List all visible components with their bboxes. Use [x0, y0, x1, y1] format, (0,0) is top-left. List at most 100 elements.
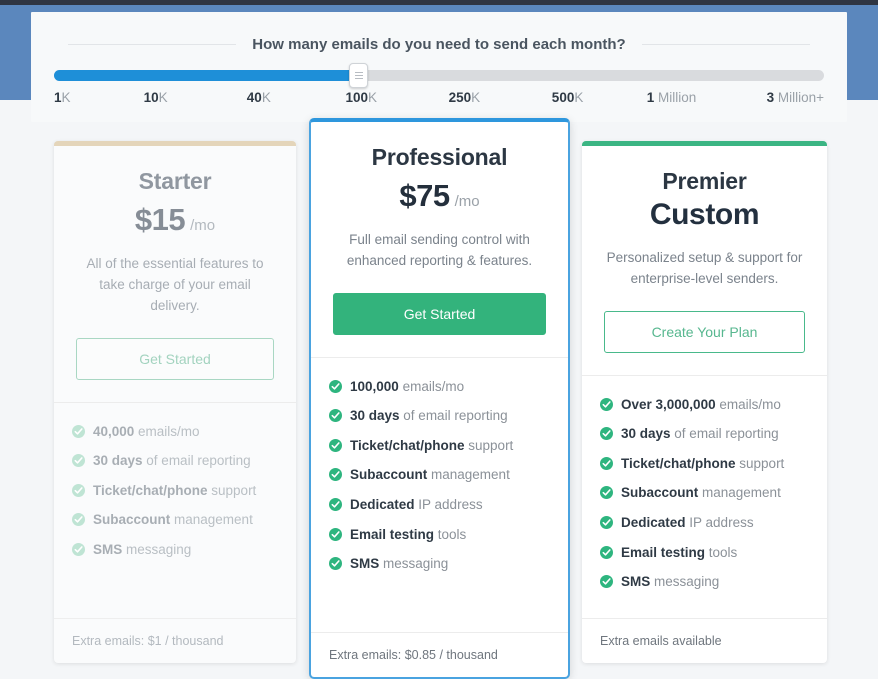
feature-item: 30 days of email reporting: [329, 407, 550, 425]
feature-item: Subaccount management: [600, 484, 809, 502]
feature-label: Over 3,000,000 emails/mo: [621, 396, 781, 412]
check-circle-icon: [72, 483, 85, 497]
feature-item: Email testing tools: [329, 526, 550, 544]
check-circle-icon: [329, 527, 342, 541]
get-started-button-starter[interactable]: Get Started: [76, 337, 274, 380]
feature-list-starter: 40,000 emails/mo 30 days of email reporti…: [54, 403, 296, 618]
slider-handle-grip-icon: [354, 78, 363, 79]
check-circle-icon: [72, 454, 85, 468]
slider-tick-suffix: K: [574, 90, 584, 105]
volume-slider[interactable]: [54, 63, 824, 88]
check-circle-icon: [329, 379, 342, 393]
slider-tick-suffix: K: [367, 90, 377, 105]
check-circle-icon: [329, 468, 342, 482]
slider-tick-suffix: K: [61, 90, 71, 105]
card-header-professional: Professional $75 /mo Full email sending …: [311, 122, 568, 272]
pricing-card-professional[interactable]: Professional $75 /mo Full email sending …: [309, 118, 570, 679]
cta-wrap-starter: Get Started: [54, 337, 296, 380]
check-circle-icon: [600, 545, 613, 559]
plan-period-starter: /mo: [190, 217, 216, 234]
feature-label: Dedicated IP address: [350, 497, 483, 513]
check-circle-icon: [72, 513, 85, 527]
slider-handle[interactable]: [349, 63, 369, 88]
card-header-starter: Starter $15 /mo All of the essential fea…: [54, 146, 296, 317]
slider-tick-7[interactable]: 3 Million+: [767, 90, 824, 105]
check-circle-icon: [329, 557, 342, 571]
create-your-plan-button[interactable]: Create Your Plan: [604, 310, 805, 353]
slider-tick-value: 1: [646, 90, 655, 105]
cta-wrap-professional: Get Started: [311, 292, 568, 335]
pricing-cards: Starter $15 /mo All of the essential fea…: [0, 118, 878, 679]
feature-item: Over 3,000,000 emails/mo: [600, 396, 809, 414]
feature-label: SMS messaging: [621, 574, 720, 590]
feature-label-strong: 40,000: [93, 423, 135, 439]
feature-list-professional: 100,000 emails/mo 30 days of email report…: [311, 358, 568, 632]
check-circle-icon: [600, 456, 613, 470]
feature-label-strong: SMS: [350, 556, 380, 572]
slider-tick-value: 250: [448, 90, 472, 105]
feature-label: Subaccount management: [93, 512, 253, 528]
feature-item: 40,000 emails/mo: [72, 423, 278, 441]
plan-period-professional: /mo: [454, 193, 480, 210]
email-volume-selector-panel: How many emails do you need to send each…: [31, 12, 847, 122]
slider-handle-grip-icon: [354, 75, 363, 76]
slider-tick-0[interactable]: 1K: [54, 90, 71, 105]
check-circle-icon: [329, 438, 342, 452]
feature-label-strong: Over 3,000,000: [621, 396, 716, 412]
slider-tick-3[interactable]: 100K: [345, 90, 377, 105]
feature-item: Dedicated IP address: [600, 514, 809, 532]
feature-label-strong: 100,000: [350, 378, 399, 394]
slider-tick-value: 100: [345, 90, 368, 105]
feature-label: Email testing tools: [621, 544, 738, 560]
plan-price-professional: $75: [399, 178, 450, 213]
top-chrome-strip: [0, 0, 878, 5]
plan-price-starter: $15: [134, 202, 186, 237]
check-circle-icon: [72, 424, 85, 438]
plan-tagline-premier: Personalized setup & support for enterpr…: [606, 250, 803, 286]
feature-item: Subaccount management: [72, 511, 278, 529]
page-title: How many emails do you need to send each…: [252, 36, 626, 53]
feature-item: Dedicated IP address: [329, 496, 550, 514]
feature-item: 100,000 emails/mo: [329, 378, 550, 396]
feature-item: SMS messaging: [600, 573, 809, 591]
slider-tick-4[interactable]: 250K: [449, 90, 481, 105]
plan-name-professional: Professional: [371, 144, 508, 170]
slider-tick-value: 500: [551, 90, 575, 105]
feature-label: 100,000 emails/mo: [350, 378, 465, 394]
card-footer-premier: Extra emails available: [582, 618, 827, 663]
slider-tick-2[interactable]: 40K: [247, 90, 271, 105]
feature-item: Ticket/chat/phone support: [600, 455, 809, 473]
feature-label-strong: 30 days: [621, 426, 671, 442]
feature-label: 40,000 emails/mo: [93, 423, 200, 439]
slider-tick-suffix: K: [471, 90, 481, 105]
feature-label-strong: 30 days: [93, 453, 143, 469]
get-started-button-professional[interactable]: Get Started: [333, 292, 546, 335]
feature-label: 30 days of email reporting: [621, 426, 779, 442]
slider-tick-5[interactable]: 500K: [552, 90, 584, 105]
feature-label-strong: Ticket/chat/phone: [621, 455, 736, 471]
feature-label-strong: Ticket/chat/phone: [350, 437, 465, 453]
slider-tick-6[interactable]: 1 Million: [647, 90, 697, 105]
check-circle-icon: [600, 486, 613, 500]
slider-tick-suffix: K: [158, 90, 168, 105]
feature-label-strong: SMS: [93, 541, 123, 557]
slider-tick-1[interactable]: 10K: [144, 90, 168, 105]
slider-tick-suffix: K: [261, 90, 271, 105]
plan-name-starter: Starter: [138, 168, 212, 194]
pricing-card-starter[interactable]: Starter $15 /mo All of the essential fea…: [54, 141, 296, 663]
feature-label-strong: Subaccount: [350, 467, 428, 483]
check-circle-icon: [600, 516, 613, 530]
feature-label: Email testing tools: [350, 526, 467, 542]
slider-tick-value: 3: [766, 90, 775, 105]
card-footer-professional: Extra emails: $0.85 / thousand: [311, 632, 568, 677]
plan-tagline-professional: Full email sending control with enhanced…: [346, 232, 533, 268]
price-line-professional: $75 /mo: [329, 178, 550, 214]
slider-tick-labels: 1K 10K 40K 100K 250K 500K 1 Million 3 Million+: [54, 90, 824, 110]
pricing-card-premier[interactable]: Premier Custom Personalized setup & supp…: [582, 141, 827, 663]
panel-heading-row: How many emails do you need to send each…: [31, 36, 847, 53]
feature-label: Ticket/chat/phone support: [621, 455, 785, 471]
feature-label-strong: 30 days: [350, 408, 400, 424]
check-circle-icon: [600, 575, 613, 589]
card-footer-starter: Extra emails: $1 / thousand: [54, 618, 296, 663]
feature-label: SMS messaging: [93, 541, 192, 557]
